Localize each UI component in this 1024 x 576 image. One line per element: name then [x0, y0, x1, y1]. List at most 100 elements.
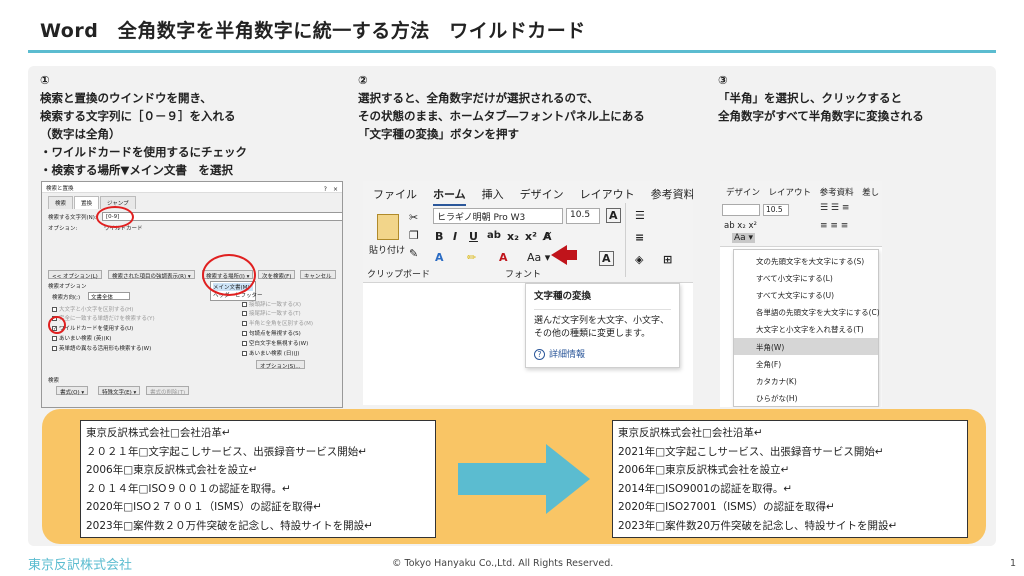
- checkbox-icon: [242, 302, 247, 307]
- search-input[interactable]: [0-9]: [102, 212, 342, 221]
- menu-item-hiragana[interactable]: ひらがな(H): [734, 389, 878, 406]
- option-checkbox[interactable]: 接尾辞に一致する(T): [242, 309, 301, 317]
- change-case-button[interactable]: Aa ▾: [527, 251, 550, 264]
- option-checkbox[interactable]: あいまい検索 (日)(J): [242, 349, 299, 357]
- tab-layout[interactable]: レイアウト: [580, 186, 635, 202]
- change-case-button[interactable]: Aa ▾: [732, 233, 756, 243]
- font-name-select[interactable]: [722, 204, 760, 216]
- cut-icon[interactable]: ✂: [409, 211, 418, 224]
- paste-label: 貼り付け: [369, 246, 406, 256]
- option-checkbox[interactable]: 半角と全角を区別する(M): [242, 319, 313, 327]
- document-line: ２０１４年□ISO９００１の認証を取得。↵: [86, 482, 291, 495]
- cancel-button[interactable]: キャンセル: [300, 270, 336, 280]
- highlight-button[interactable]: 検索された項目の強調表示(R) ▾: [108, 270, 195, 280]
- paragraph-icons[interactable]: ☰ ☰ ≡: [820, 203, 849, 213]
- font-size-select[interactable]: 10.5: [566, 208, 600, 224]
- highlight-icon[interactable]: ✏: [467, 251, 476, 264]
- tooltip-link[interactable]: ? 詳細情報: [534, 349, 671, 362]
- bold-icon[interactable]: B: [435, 230, 443, 243]
- clear-format-button[interactable]: 書式の削除(T): [146, 386, 190, 396]
- tab-design[interactable]: デザイン: [520, 186, 564, 202]
- option-checkbox[interactable]: あいまい検索 (英)(K): [52, 334, 111, 342]
- search-options-heading: 検索オプション: [48, 284, 87, 290]
- strike-sub-sup-icons[interactable]: ab x₂ x²: [724, 221, 757, 231]
- option-checkbox[interactable]: 接頭辞に一致する(X): [242, 300, 301, 308]
- menu-item-katakana[interactable]: カタカナ(K): [734, 372, 878, 389]
- menu-item-lowercase[interactable]: すべて小文字にする(L): [734, 269, 878, 286]
- company-logo: 東京反訳株式会社: [28, 558, 133, 573]
- menu-item-sentence-case[interactable]: 文の先頭文字を大文字にする(S): [734, 252, 878, 269]
- checkbox-icon: [52, 336, 57, 341]
- tab-replace[interactable]: 置換: [74, 196, 100, 209]
- option-checkbox[interactable]: 句読点を無視する(S): [242, 329, 301, 337]
- tab-design[interactable]: デザイン: [726, 188, 760, 198]
- dialog-close-icon[interactable]: ? ×: [324, 184, 338, 193]
- document-line: 2020年□ISO27001（ISMS）の認証を取得↵: [618, 501, 835, 514]
- align-icons[interactable]: ≡ ≡ ≡: [820, 221, 848, 231]
- font-name-select[interactable]: ヒラギノ明朝 Pro W3: [433, 208, 563, 224]
- step-1-text: ① 検索と置換のウインドウを開き、 検索する文字列に［０－９］を入れる （数字は…: [40, 71, 247, 179]
- pointer-arrow-tail: [565, 250, 577, 260]
- superscript-icon[interactable]: x²: [525, 230, 537, 243]
- tab-file[interactable]: ファイル: [373, 186, 417, 202]
- format-painter-icon[interactable]: ✎: [409, 247, 418, 260]
- dialog-title: 検索と置換: [46, 186, 74, 192]
- underline-icon[interactable]: U: [469, 230, 478, 243]
- clear-formatting-icon[interactable]: A̸: [543, 230, 552, 243]
- options-label: オプション:: [48, 226, 78, 232]
- dialog-titlebar: 検索と置換 ? ×: [42, 182, 342, 193]
- tab-find[interactable]: 検索: [48, 196, 74, 209]
- tab-mailings[interactable]: 差し: [862, 188, 879, 198]
- tab-insert[interactable]: 挿入: [482, 186, 504, 202]
- menu-item-capitalize[interactable]: 各単語の先頭文字を大文字にする(C): [734, 303, 880, 320]
- option-checkbox[interactable]: 英単語の異なる活用形も検索する(W): [52, 344, 151, 352]
- search-label: 検索する文字列(N):: [48, 215, 97, 221]
- text-effects-icon[interactable]: A: [435, 251, 444, 264]
- tooltip-title: 文字種の変換: [534, 291, 592, 302]
- change-case-tooltip: 文字種の変換 選んだ文字列を大文字、小文字、その他の種類に変更します。 ? 詳細情…: [525, 283, 680, 368]
- step-number: ①: [40, 73, 50, 87]
- font-color-icon[interactable]: A: [499, 251, 508, 264]
- special-button[interactable]: 特殊文字(E) ▾: [98, 386, 141, 396]
- document-line: 東京反訳株式会社□会社沿革↵: [86, 427, 231, 439]
- tab-layout[interactable]: レイアウト: [769, 188, 812, 198]
- option-checkbox[interactable]: 空白文字を無視する(W): [242, 339, 308, 347]
- align-icon[interactable]: ≡: [635, 231, 644, 244]
- subscript-icon[interactable]: x₂: [507, 230, 519, 243]
- step-line: その状態のまま、ホームタブ―フォントパネル上にある: [358, 109, 645, 123]
- find-next-button[interactable]: 次を検索(F): [258, 270, 296, 280]
- font-size-select[interactable]: 10.5: [763, 204, 789, 216]
- word-ribbon-screenshot: ファイル ホーム 挿入 デザイン レイアウト 参考資料 貼り付け ✂ ❐ ✎ クリップボー…: [363, 181, 693, 405]
- help-icon: ?: [534, 349, 545, 360]
- tab-home[interactable]: ホーム: [433, 186, 466, 206]
- strikethrough-icon[interactable]: ab: [487, 230, 501, 241]
- menu-item-half-width[interactable]: 半角(W): [734, 338, 878, 355]
- character-border-icon[interactable]: A: [599, 251, 614, 266]
- copy-icon[interactable]: ❐: [409, 229, 419, 242]
- document-line: 東京反訳株式会社□会社沿革↵: [618, 427, 763, 439]
- bullets-icon[interactable]: ☰: [635, 209, 645, 222]
- less-options-button[interactable]: << オプション(L): [48, 270, 102, 280]
- italic-icon[interactable]: I: [453, 230, 457, 243]
- menu-item-toggle-case[interactable]: 大文字と小文字を入れ替える(T): [734, 320, 878, 337]
- tab-references[interactable]: 参考資料: [651, 186, 693, 202]
- tab-references[interactable]: 参考資料: [820, 188, 854, 198]
- menu-item-full-width[interactable]: 全角(F): [734, 355, 878, 372]
- paste-icon[interactable]: [377, 214, 399, 240]
- step-2-text: ② 選択すると、全角数字だけが選択されるので、 その状態のまま、ホームタブ―フォ…: [358, 71, 645, 143]
- document-line: 2014年□ISO9001の認証を取得。↵: [618, 482, 793, 495]
- clear-format-icon[interactable]: A: [606, 208, 621, 223]
- menu-item-uppercase[interactable]: すべて大文字にする(U): [734, 286, 878, 303]
- borders-icon[interactable]: ⊞: [663, 253, 672, 266]
- shading-icon[interactable]: ◈: [635, 253, 643, 266]
- step-line: 選択すると、全角数字だけが選択されるので、: [358, 91, 599, 105]
- checkbox-icon: [52, 346, 57, 351]
- format-button[interactable]: 書式(O) ▾: [56, 386, 89, 396]
- ribbon-tabs: デザイン レイアウト 参考資料 差し: [726, 186, 879, 198]
- direction-select[interactable]: 文書全体: [88, 292, 130, 301]
- option-checkbox[interactable]: 大文字と小文字を区別する(H): [52, 305, 133, 313]
- change-case-menu: 文の先頭文字を大文字にする(S) すべて小文字にする(L) すべて大文字にする(…: [733, 249, 880, 407]
- title-underline: [28, 50, 996, 53]
- options-button[interactable]: オプション(S)...: [256, 360, 305, 370]
- option-checkbox[interactable]: 完全に一致する単語だけを検索する(Y): [52, 314, 155, 322]
